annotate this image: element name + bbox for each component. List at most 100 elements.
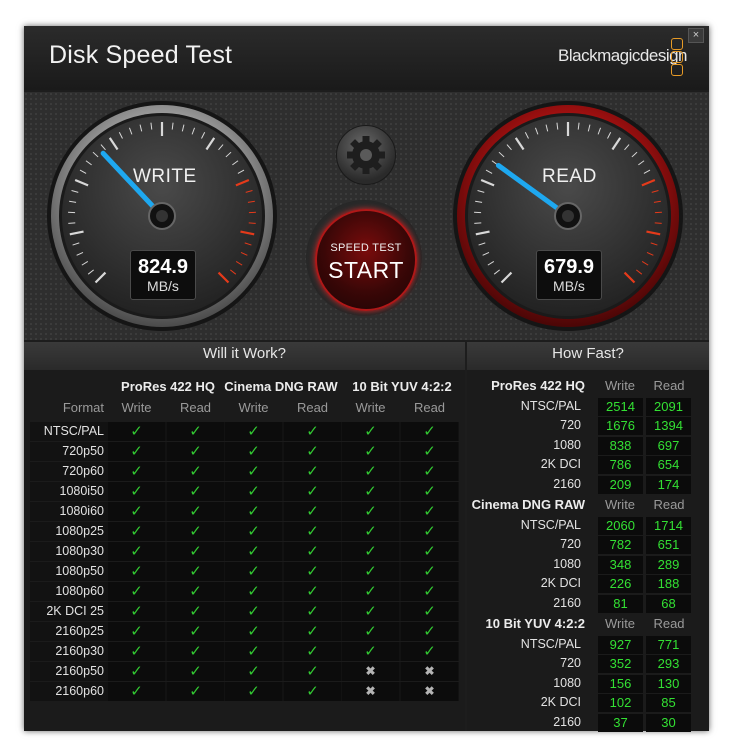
check-icon: ✓ <box>423 623 436 640</box>
check-icon: ✓ <box>247 563 260 580</box>
format-label: 1080p60 <box>55 584 104 598</box>
subheader-write: Write <box>604 378 636 393</box>
check-icon: ✓ <box>130 583 143 600</box>
close-button[interactable]: × <box>688 28 704 43</box>
check-icon: ✓ <box>189 543 202 560</box>
read-speed-cell: 30 <box>646 713 691 732</box>
write-speed-value: 824.9 <box>137 256 189 278</box>
format-label: NTSC/PAL <box>43 424 104 438</box>
subheader-write: Write <box>355 400 386 415</box>
check-icon: ✓ <box>306 443 319 460</box>
check-icon: ✓ <box>364 583 377 600</box>
check-icon: ✓ <box>423 423 436 440</box>
format-label: 2160p30 <box>55 644 104 658</box>
format-label: 2160 <box>553 714 581 729</box>
check-icon: ✓ <box>306 603 319 620</box>
format-label: 720 <box>560 537 581 552</box>
app-title: Disk Speed Test <box>49 41 233 69</box>
check-icon: ✓ <box>247 623 260 640</box>
start-button-subtitle: SPEED TEST <box>330 242 402 254</box>
read-speed-cell: 174 <box>646 475 691 494</box>
check-icon: ✓ <box>189 483 202 500</box>
read-tick <box>474 222 482 224</box>
gear-icon <box>347 136 385 174</box>
check-icon: ✓ <box>306 423 319 440</box>
check-icon: ✓ <box>364 643 377 660</box>
format-label: NTSC/PAL <box>520 637 581 651</box>
write-speed-display: 824.9 MB/s <box>130 250 196 300</box>
check-icon: ✓ <box>247 683 260 700</box>
format-label: 2160 <box>553 476 581 491</box>
check-icon: ✓ <box>130 423 143 440</box>
check-icon: ✓ <box>247 443 260 460</box>
read-speed-cell: 130 <box>646 674 691 693</box>
app-window: Disk Speed Test Blackmagicdesign × WRITE… <box>24 26 709 732</box>
check-icon: ✓ <box>189 583 202 600</box>
check-icon: ✓ <box>364 603 377 620</box>
subheader-read: Read <box>296 400 329 415</box>
check-icon: ✓ <box>423 583 436 600</box>
read-speed-cell: 1714 <box>646 517 691 535</box>
read-tick <box>654 222 662 224</box>
format-label: 2K DCI <box>540 457 581 472</box>
check-icon: ✓ <box>306 583 319 600</box>
format-label: 2160p50 <box>55 664 104 678</box>
check-icon: ✓ <box>306 643 319 660</box>
read-speed-value: 679.9 <box>543 256 595 278</box>
format-label: 1080 <box>553 556 581 571</box>
will-it-work-header: Will it Work? <box>24 342 465 370</box>
format-label: 1080p50 <box>55 564 104 578</box>
start-button-face[interactable]: SPEED TEST START <box>315 209 417 311</box>
write-speed-cell: 786 <box>598 456 643 475</box>
check-icon: ✓ <box>247 503 260 520</box>
gauge-panel: WRITE 824.9 MB/s SPEED TEST START READ 6… <box>24 92 709 340</box>
read-speed-cell: 651 <box>646 536 691 555</box>
will-it-work-table: ProRes 422 HQ Cinema DNG RAW 10 Bit YUV … <box>24 370 465 731</box>
check-icon: ✓ <box>306 503 319 520</box>
settings-button[interactable] <box>336 125 396 185</box>
subheader-read: Read <box>653 378 685 393</box>
write-speed-cell: 782 <box>598 536 643 555</box>
read-speed-cell: 85 <box>646 694 691 713</box>
start-button[interactable]: SPEED TEST START <box>306 200 422 316</box>
check-icon: ✓ <box>130 503 143 520</box>
check-icon: ✓ <box>247 463 260 480</box>
format-label: 1080 <box>553 675 581 690</box>
subheader-read: Read <box>653 497 685 512</box>
codec-header-prores: ProRes 422 HQ <box>121 379 215 394</box>
check-icon: ✓ <box>306 523 319 540</box>
check-icon: ✓ <box>423 603 436 620</box>
format-label: 2K DCI <box>540 576 581 591</box>
read-speed-cell: 289 <box>646 555 691 574</box>
check-icon: ✓ <box>130 683 143 700</box>
write-speed-cell: 156 <box>598 674 643 693</box>
check-icon: ✓ <box>306 623 319 640</box>
check-icon: ✓ <box>423 503 436 520</box>
section-title: Cinema DNG RAW <box>471 497 585 512</box>
subheader-write: Write <box>121 400 152 415</box>
how-fast-header: How Fast? <box>467 342 709 370</box>
check-icon: ✓ <box>364 623 377 640</box>
format-column-header: Format <box>62 400 104 415</box>
check-icon: ✓ <box>247 423 260 440</box>
write-speed-cell: 838 <box>598 436 643 455</box>
format-label: NTSC/PAL <box>520 518 581 532</box>
write-speed-cell: 37 <box>598 713 643 732</box>
subheader-write: Write <box>604 497 636 512</box>
check-icon: ✓ <box>189 523 202 540</box>
codec-header-yuv: 10 Bit YUV 4:2:2 <box>352 379 452 394</box>
check-icon: ✓ <box>423 543 436 560</box>
write-speed-cell: 81 <box>598 594 643 613</box>
check-icon: ✓ <box>364 503 377 520</box>
check-icon: ✓ <box>189 683 202 700</box>
check-icon: ✓ <box>306 463 319 480</box>
check-icon: ✓ <box>423 523 436 540</box>
check-icon: ✓ <box>247 663 260 680</box>
check-icon: ✓ <box>189 623 202 640</box>
section-title: ProRes 422 HQ <box>491 378 585 393</box>
check-icon: ✓ <box>423 643 436 660</box>
format-label: 1080 <box>553 437 581 452</box>
read-speed-cell: 697 <box>646 436 691 455</box>
subheader-write: Write <box>604 616 636 631</box>
write-speed-cell: 2514 <box>598 398 643 416</box>
